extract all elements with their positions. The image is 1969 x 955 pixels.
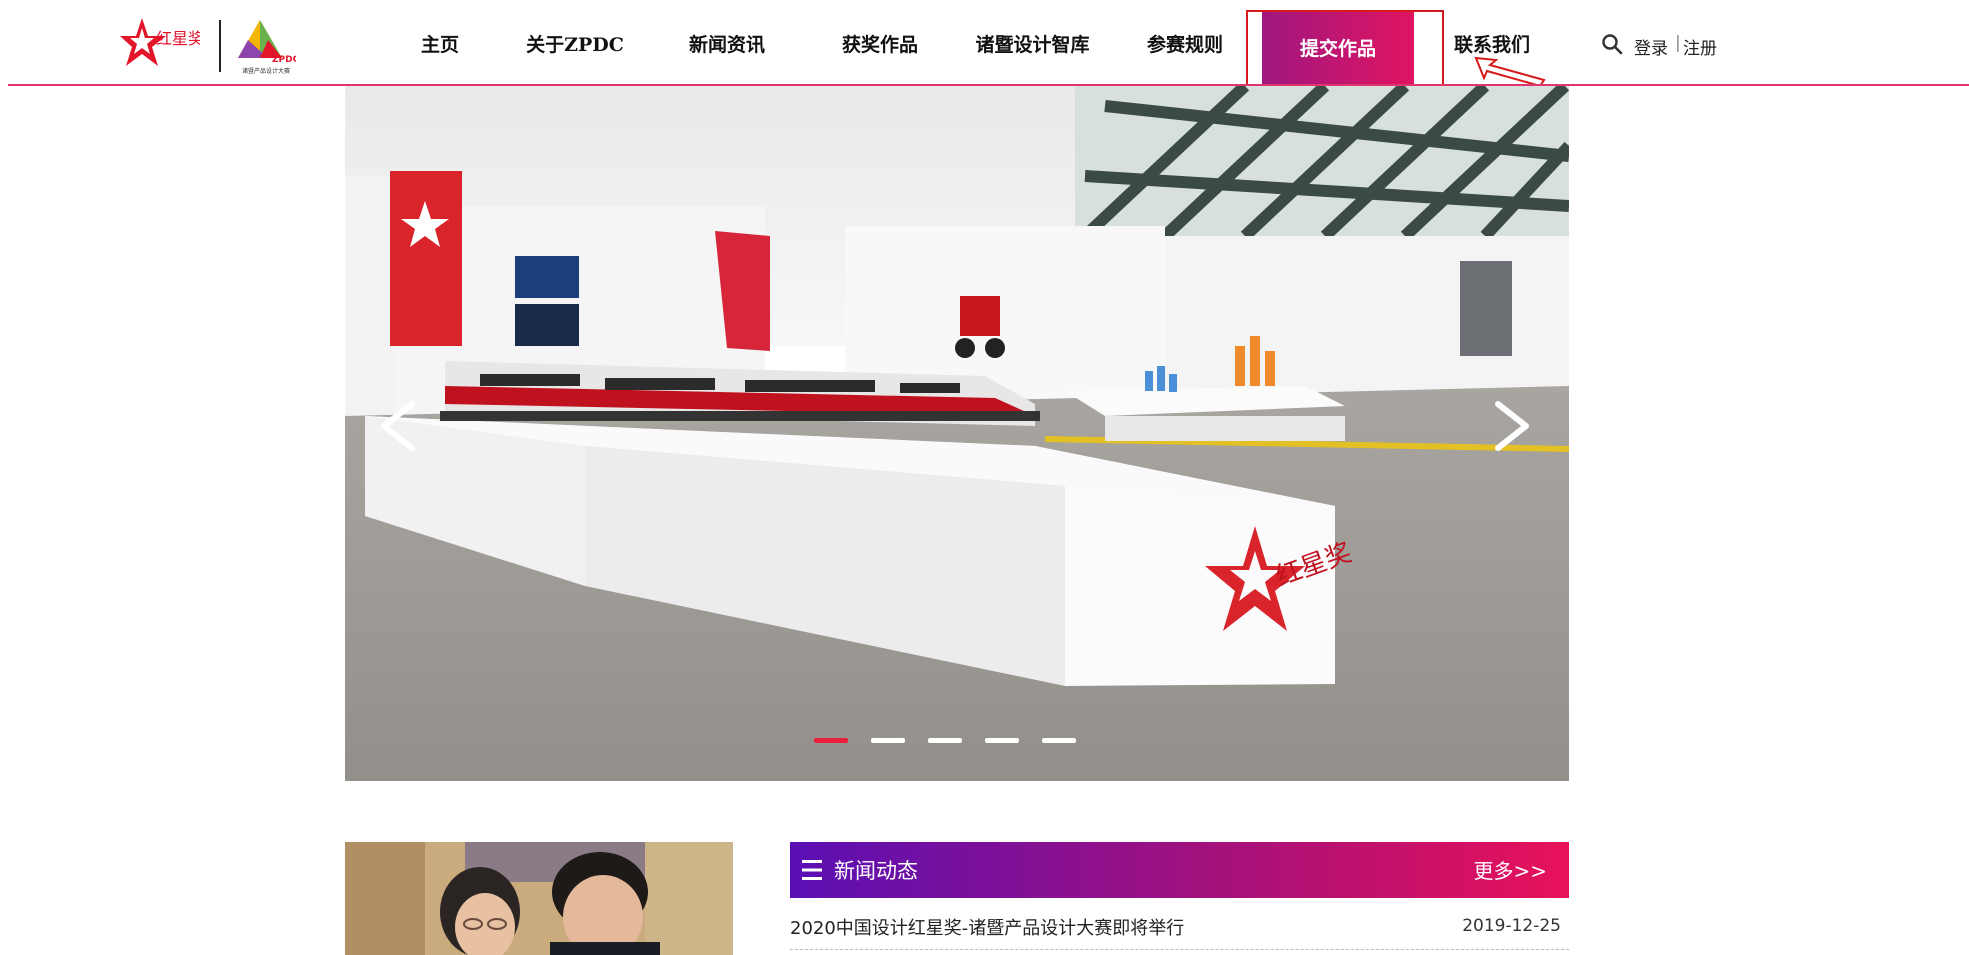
nav-submit-works[interactable]: 提交作品 — [1262, 10, 1414, 84]
nav-design-think-tank[interactable]: 诸暨设计智库 — [970, 0, 1095, 86]
register-link[interactable]: 注册 — [1683, 34, 1717, 59]
news-section-title: 新闻动态 — [834, 859, 918, 883]
chevron-left-icon — [381, 401, 415, 451]
news-section-header: 新闻动态 更多>> — [790, 842, 1569, 898]
carousel-dot-1[interactable] — [814, 738, 848, 743]
menu-icon — [802, 860, 822, 880]
news-item-date: 2019-12-25 — [1462, 916, 1561, 936]
news-list-item[interactable]: 2020中国设计红星奖-诸暨产品设计大赛即将举行 2019-12-25 — [790, 906, 1569, 950]
zpdc-logo[interactable]: ZPDC 诸暨产品设计大赛 — [238, 18, 296, 76]
carousel-dot-3[interactable] — [928, 738, 962, 743]
news-more-link[interactable]: 更多>> — [1473, 855, 1547, 884]
carousel-dot-5[interactable] — [1042, 738, 1076, 743]
logo-divider — [219, 20, 221, 72]
nav-about[interactable]: 关于ZPDC — [520, 0, 630, 86]
nav-news[interactable]: 新闻资讯 — [672, 0, 782, 86]
search-icon[interactable] — [1601, 33, 1623, 55]
pointer-arrow-annotation — [1474, 56, 1546, 88]
login-link[interactable]: 登录 — [1634, 34, 1668, 59]
nav-rules[interactable]: 参赛规则 — [1130, 0, 1240, 86]
chevron-right-icon — [1495, 401, 1529, 451]
carousel-indicators — [814, 738, 1076, 743]
nav-award-works[interactable]: 获奖作品 — [825, 0, 935, 86]
site-header: 红星奖 ZPDC 诸暨产品设计大赛 主页 关于ZPDC 新闻资讯 获奖作品 诸暨… — [0, 0, 1969, 98]
svg-text:红星奖: 红星奖 — [156, 29, 200, 48]
carousel-dot-2[interactable] — [871, 738, 905, 743]
auth-separator: | — [1675, 33, 1681, 53]
carousel-dot-4[interactable] — [985, 738, 1019, 743]
carousel-next-button[interactable] — [1492, 398, 1532, 454]
red-star-award-logo[interactable]: 红星奖 — [120, 14, 200, 74]
nav-home[interactable]: 主页 — [385, 0, 495, 86]
news-feature-photo[interactable] — [345, 842, 733, 955]
news-item-title[interactable]: 2020中国设计红星奖-诸暨产品设计大赛即将举行 — [790, 914, 1184, 940]
svg-text:ZPDC: ZPDC — [272, 55, 296, 65]
svg-text:诸暨产品设计大赛: 诸暨产品设计大赛 — [242, 67, 290, 75]
carousel-prev-button[interactable] — [378, 398, 418, 454]
hero-banner-image[interactable]: 红星奖 — [345, 86, 1569, 781]
